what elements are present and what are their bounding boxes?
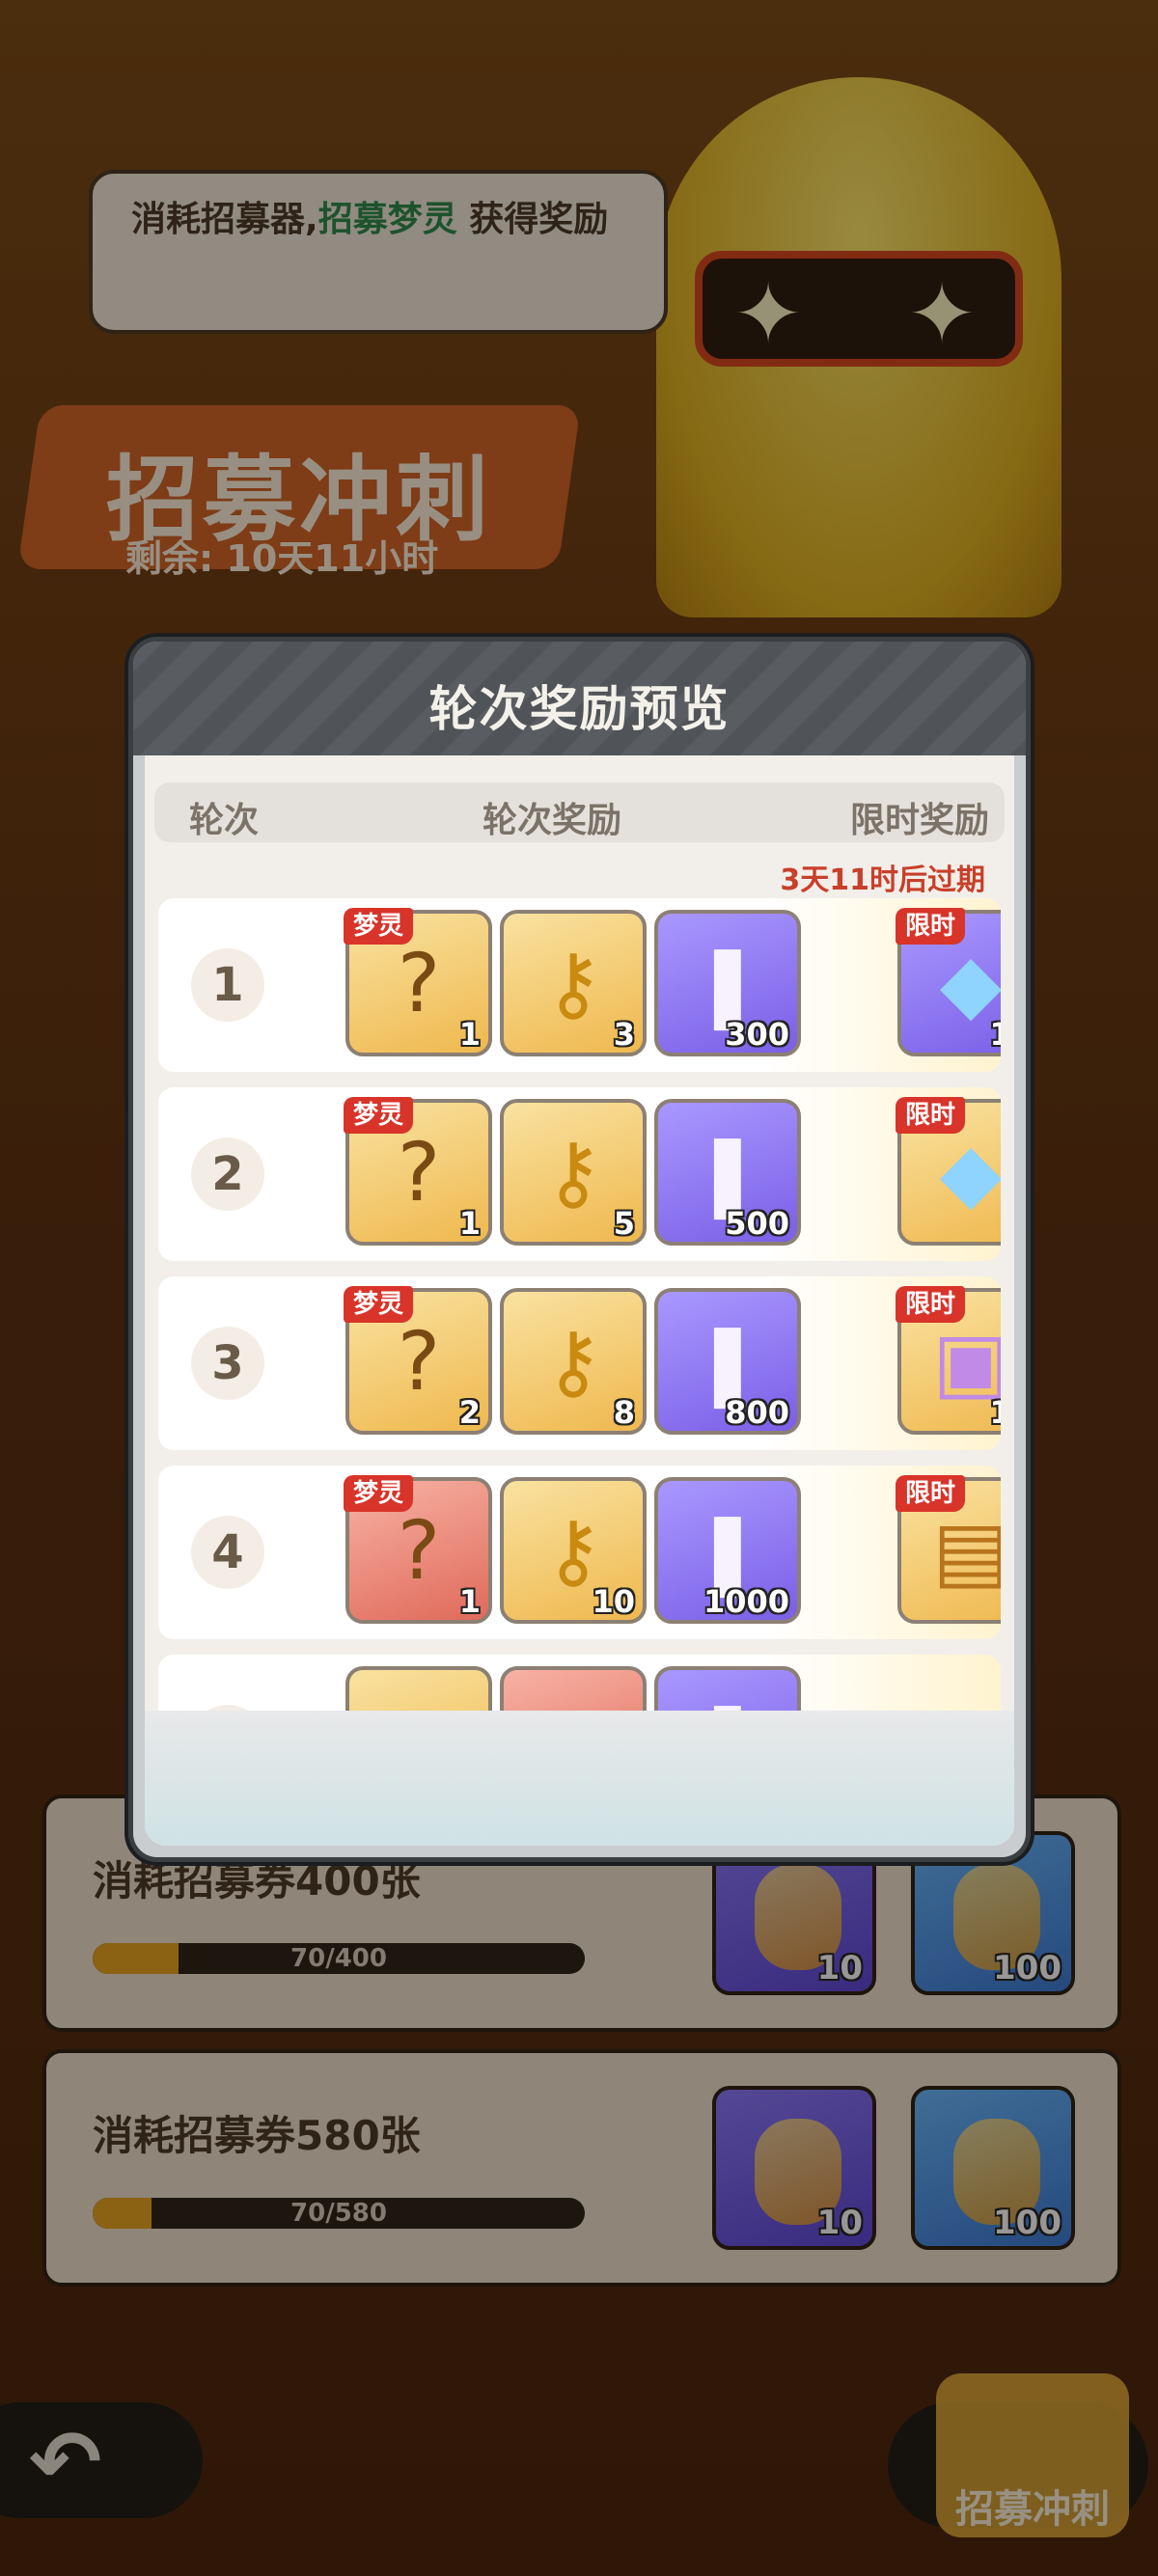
prism-cube-icon-glyph: ▣: [901, 1313, 1001, 1410]
star-key-icon[interactable]: ⚷ 10: [500, 1477, 647, 1624]
round-number: 1: [191, 948, 264, 1022]
item-count: 1: [458, 1016, 481, 1053]
round-number: 2: [191, 1137, 264, 1211]
gift-bag-icon[interactable]: ▤限时1: [896, 1475, 1001, 1624]
item-tag: 限时: [896, 908, 966, 945]
item-tag: 限时: [896, 1475, 966, 1512]
item-tag: 梦灵: [344, 908, 414, 945]
rainbow-bottle-icon[interactable]: ❚ 1000: [654, 1477, 801, 1624]
modal-body: 轮次 轮次奖励 限时奖励 3天11时后过期 1?梦灵1⚷3❚300◆限时102?…: [145, 755, 1014, 1846]
round-row: 2?梦灵1⚷5❚500◆限时5: [158, 1087, 1001, 1261]
crystal-gem-icon[interactable]: ◆限时5: [896, 1097, 1001, 1246]
item-tag: 梦灵: [344, 1286, 414, 1323]
item-tag: 梦灵: [344, 1475, 414, 1512]
round-number: 3: [191, 1327, 264, 1400]
mystery-chest-icon[interactable]: ? 梦灵 1: [344, 908, 492, 1056]
round-row: 4?梦灵1⚷10❚1000▤限时1: [158, 1466, 1001, 1639]
mystery-chest-icon[interactable]: ? 梦灵 2: [344, 1286, 492, 1435]
gift-bag-icon-glyph: ▤: [901, 1502, 1001, 1599]
item-count: 2: [458, 1394, 481, 1431]
column-limited: 限时奖励: [849, 801, 989, 840]
star-key-icon[interactable]: ⚷ 5: [500, 1099, 647, 1246]
rainbow-bottle-icon[interactable]: ❚ 300: [654, 910, 801, 1056]
item-tag: 限时: [896, 1097, 966, 1134]
round-rewards-modal: 轮次奖励预览 轮次 轮次奖励 限时奖励 3天11时后过期 1? 梦灵 1 ⚷ 3 ❚ 300…: [128, 637, 1031, 1862]
item-count: 1: [458, 1205, 481, 1242]
item-count: 800: [725, 1394, 789, 1431]
star-key-icon[interactable]: ⚷ 8: [500, 1288, 647, 1435]
crystal-tonic-icon[interactable]: ◆限时 10: [896, 908, 1001, 1056]
expire-text: 3天11时后过期: [780, 863, 985, 897]
round-row: 1?梦灵1⚷3❚300◆限时10: [158, 898, 1001, 1072]
item-count: 12: [989, 1394, 1001, 1431]
star-key-icon[interactable]: ⚷ 3: [500, 910, 647, 1056]
column-rewards: 轮次奖励: [482, 801, 622, 840]
round-list[interactable]: 1?梦灵1⚷3❚300◆限时102?梦灵1⚷5❚500◆限时53?梦灵2⚷8❚8…: [158, 898, 1001, 1736]
item-count: 1: [458, 1583, 481, 1620]
mystery-chest-icon[interactable]: ? 梦灵 1: [344, 1475, 492, 1624]
item-count: 500: [725, 1205, 789, 1242]
item-count: 10: [592, 1583, 635, 1620]
round-number: 4: [191, 1516, 264, 1589]
rainbow-bottle-icon[interactable]: ❚ 800: [654, 1288, 801, 1435]
modal-footer: [145, 1711, 1014, 1846]
column-header: 轮次 轮次奖励 限时奖励: [154, 782, 1005, 842]
item-count: 10: [989, 1016, 1001, 1053]
column-round: 轮次: [189, 801, 260, 840]
item-count: 3: [613, 1016, 635, 1053]
item-count: 8: [613, 1394, 635, 1431]
item-count: 5: [613, 1205, 635, 1242]
item-count: 300: [725, 1016, 789, 1053]
prism-cube-icon[interactable]: ▣限时 12: [896, 1286, 1001, 1435]
modal-title: 轮次奖励预览: [428, 681, 731, 737]
item-count: 1000: [703, 1583, 789, 1620]
rainbow-bottle-icon[interactable]: ❚ 500: [654, 1099, 801, 1246]
round-row: 3?梦灵2⚷8❚800▣限时12: [158, 1276, 1001, 1450]
item-tag: 梦灵: [344, 1097, 414, 1134]
crystal-tonic-icon-glyph: ◆: [939, 936, 1001, 1030]
crystal-gem-icon-glyph: ◆: [939, 1125, 1001, 1219]
item-tag: 限时: [896, 1286, 966, 1323]
modal-header: 轮次奖励预览: [133, 642, 1026, 755]
mystery-chest-icon[interactable]: ? 梦灵 1: [344, 1097, 492, 1246]
